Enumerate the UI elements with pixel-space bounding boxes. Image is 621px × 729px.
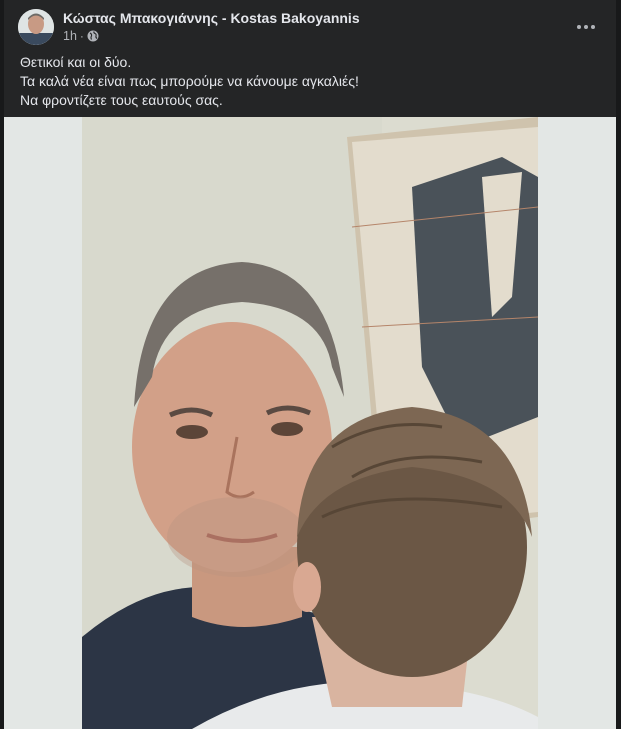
more-options-button[interactable] — [572, 13, 600, 41]
more-options-icon-dot — [591, 25, 595, 29]
author-avatar[interactable] — [18, 9, 54, 45]
author-name[interactable]: Κώστας Μπακογιάννης - Kostas Bakoyannis — [63, 10, 360, 26]
more-options-icon — [577, 25, 581, 29]
caption-line: Να φροντίζετε τους εαυτούς σας. — [20, 92, 223, 108]
meta-separator: · — [79, 29, 84, 43]
post-card: Κώστας Μπακογιάννης - Kostas Bakoyannis … — [4, 0, 616, 729]
post-meta: 1h · — [63, 29, 99, 43]
post-caption: Θετικοί και οι δύο. Τα καλά νέα είναι πω… — [20, 53, 359, 110]
caption-line: Θετικοί και οι δύο. — [20, 54, 132, 70]
more-options-icon-dot — [584, 25, 588, 29]
post-header: Κώστας Μπακογιάννης - Kostas Bakoyannis … — [18, 9, 604, 49]
post-time[interactable]: 1h — [63, 29, 77, 43]
globe-icon[interactable] — [87, 30, 99, 42]
post-photo-container[interactable] — [4, 117, 616, 729]
post-photo[interactable] — [82, 117, 538, 729]
caption-line: Τα καλά νέα είναι πως μπορούμε να κάνουμ… — [20, 73, 359, 89]
